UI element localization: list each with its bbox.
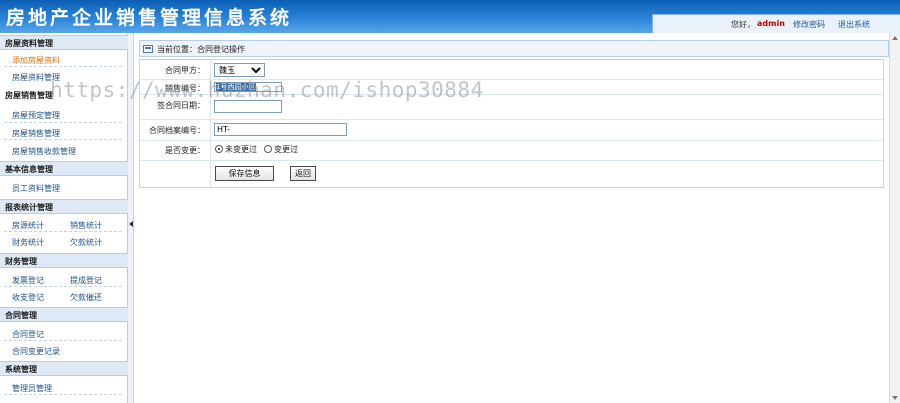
party-a-label: 合同甲方： [165,66,205,75]
form-row-changed: 是否变更： 未变更过 变更过 [140,141,883,161]
sidebar: 房屋资料管理 添加房屋资料 房屋资料管理 房屋销售管理 房屋预定管理 房屋销售管… [0,33,128,403]
sidebar-item-contract-changes[interactable]: 合同变更记录 [12,346,60,357]
location-icon [143,45,153,53]
form-row-archive-no: 合同档案编号： [140,120,883,141]
divider [4,394,122,395]
sidebar-item-sales-payment[interactable]: 房屋销售收款管理 [12,146,76,157]
changed-label: 是否变更： [165,146,205,155]
form-row-sales-no: 销售编号： 1号西园小区 [140,80,883,95]
sidebar-item-reservation[interactable]: 房屋预定管理 [12,110,60,121]
sidebar-item-invoice[interactable]: 发票登记 [12,275,44,286]
main-content: 当前位置：合同登记操作 合同甲方： 魏玉 销售编号： 1号西园小区 签合同日期：… [134,33,900,403]
sidebar-item-house-manage[interactable]: 房屋资料管理 [12,72,60,83]
divider [4,122,122,123]
sign-date-input[interactable] [214,100,282,113]
sidebar-group-title: 合同管理 [5,311,37,320]
sidebar-item-contract-register[interactable]: 合同登记 [12,329,44,340]
save-button[interactable]: 保存信息 [215,166,274,181]
form-row-actions: 保存信息 返回 [140,161,883,187]
app-header: 房地产企业销售管理信息系统 您好， admin 修改密码 退出系统 [0,0,900,33]
party-a-select[interactable]: 魏玉 [214,63,265,77]
form-row-sign-date: 签合同日期： [140,95,883,120]
radio-unchecked-icon[interactable] [264,145,272,153]
divider [4,139,122,140]
sidebar-group-basic-info[interactable]: 基本信息管理 [0,161,128,176]
scroll-up-icon[interactable] [892,36,898,40]
logout-link[interactable]: 退出系统 [838,19,870,30]
sidebar-group-system[interactable]: 系统管理 [0,361,128,376]
sidebar-item-debt-collect[interactable]: 欠款催还 [70,292,102,303]
contract-form: 合同甲方： 魏玉 销售编号： 1号西园小区 签合同日期： 合同档案编号： 是否变… [139,59,884,188]
archive-no-input[interactable] [214,123,347,136]
sidebar-group-reports[interactable]: 报表统计管理 [0,199,128,214]
divider [4,66,122,67]
sidebar-group-title: 房屋销售管理 [5,91,53,100]
sidebar-item-income-expense[interactable]: 收支登记 [12,292,44,303]
sidebar-item-sales-manage[interactable]: 房屋销售管理 [12,128,60,139]
sidebar-item-staff[interactable]: 员工资料管理 [12,183,60,194]
sales-no-option[interactable]: 1号西园小区 [216,83,256,91]
sidebar-group-title: 财务管理 [5,257,37,266]
change-password-link[interactable]: 修改密码 [793,19,825,30]
sidebar-group-finance[interactable]: 财务管理 [0,253,128,268]
sidebar-group-title: 房屋资料管理 [5,39,53,48]
sidebar-item-sales-stats[interactable]: 销售统计 [70,220,102,231]
sidebar-item-commission[interactable]: 提成登记 [70,275,102,286]
sidebar-item-admin[interactable]: 管理员管理 [12,383,52,394]
sidebar-group-title: 系统管理 [5,365,37,374]
sidebar-item-debt-stats[interactable]: 欠款统计 [70,237,102,248]
divider [4,340,122,341]
sidebar-group-title: 基本信息管理 [5,165,53,174]
vertical-scrollbar[interactable] [889,33,900,403]
app-title: 房地产企业销售管理信息系统 [6,7,293,29]
sidebar-group-contract[interactable]: 合同管理 [0,307,128,322]
greeting-text: 您好， [731,20,755,29]
user-bar: 您好， admin 修改密码 退出系统 [652,14,900,33]
username: admin [757,19,785,28]
form-row-party-a: 合同甲方： 魏玉 [140,60,883,80]
back-button[interactable]: 返回 [290,166,316,181]
divider [4,286,122,287]
breadcrumb: 当前位置：合同登记操作 [139,40,889,57]
sales-no-label: 销售编号： [165,84,205,93]
sidebar-group-house-info[interactable]: 房屋资料管理 [0,35,128,50]
divider [4,231,122,232]
radio-not-changed[interactable]: 未变更过 [215,144,257,155]
sign-date-label: 签合同日期： [157,101,205,110]
sidebar-group-house-sales[interactable]: 房屋销售管理 [0,88,128,103]
sidebar-item-finance-stats[interactable]: 财务统计 [12,237,44,248]
sidebar-group-title: 报表统计管理 [5,203,53,212]
radio-checked-icon[interactable] [215,145,223,153]
scroll-down-icon[interactable] [892,396,898,400]
collapse-arrow-icon[interactable] [129,221,133,227]
sales-no-listbox[interactable]: 1号西园小区 [214,82,282,92]
radio-changed[interactable]: 变更过 [264,144,298,155]
breadcrumb-text: 当前位置：合同登记操作 [157,45,245,54]
archive-no-label: 合同档案编号： [149,126,205,135]
sidebar-item-house-stats[interactable]: 房源统计 [12,220,44,231]
sidebar-item-add-house[interactable]: 添加房屋资料 [12,55,60,66]
